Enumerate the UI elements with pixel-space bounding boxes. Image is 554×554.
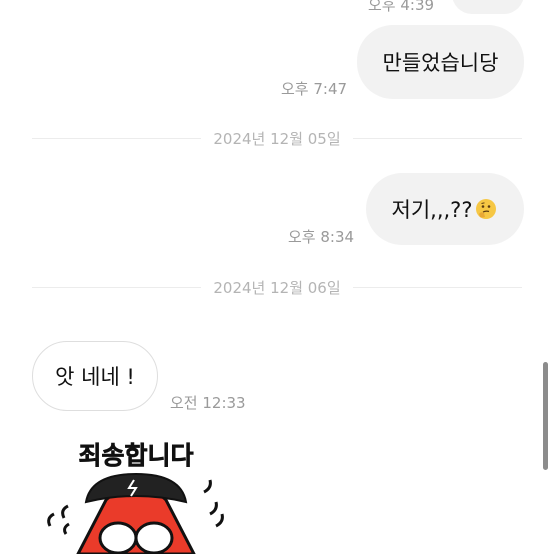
- divider-line: [32, 286, 202, 288]
- chat-window: 오후 4:39 만들었습니당 오후 7:47 2024년 12월 05일 저기,…: [0, 0, 554, 554]
- message-time: 오후 7:47: [281, 80, 348, 98]
- divider-line: [352, 137, 523, 139]
- message-text: 저기,,,??: [391, 198, 473, 222]
- divider-date: 2024년 12월 05일: [213, 129, 341, 148]
- divider-line: [32, 137, 202, 139]
- sticker-apology-icon[interactable]: 죄송합니다: [36, 430, 236, 554]
- scrollbar-thumb[interactable]: [543, 362, 548, 470]
- thinking-face-emoji-icon: [476, 199, 497, 219]
- message-time: 오후 4:39: [368, 0, 435, 14]
- message-time: 오후 8:34: [288, 228, 355, 246]
- date-divider: 2024년 12월 05일: [32, 128, 523, 148]
- message-time: 오전 12:33: [170, 394, 246, 412]
- message-text: 만들었습니당: [382, 51, 499, 75]
- sent-bubble[interactable]: 저기,,,??: [366, 173, 524, 245]
- sent-bubble[interactable]: 만들었습니당: [357, 25, 524, 99]
- sticker-text: 죄송합니다: [78, 441, 193, 470]
- sent-bubble-partial[interactable]: [452, 0, 524, 14]
- date-divider: 2024년 12월 06일: [32, 277, 523, 297]
- divider-line: [352, 286, 523, 288]
- message-text: 앗 네네 !: [55, 365, 135, 389]
- divider-date: 2024년 12월 06일: [213, 278, 341, 297]
- received-bubble[interactable]: 앗 네네 !: [32, 341, 158, 411]
